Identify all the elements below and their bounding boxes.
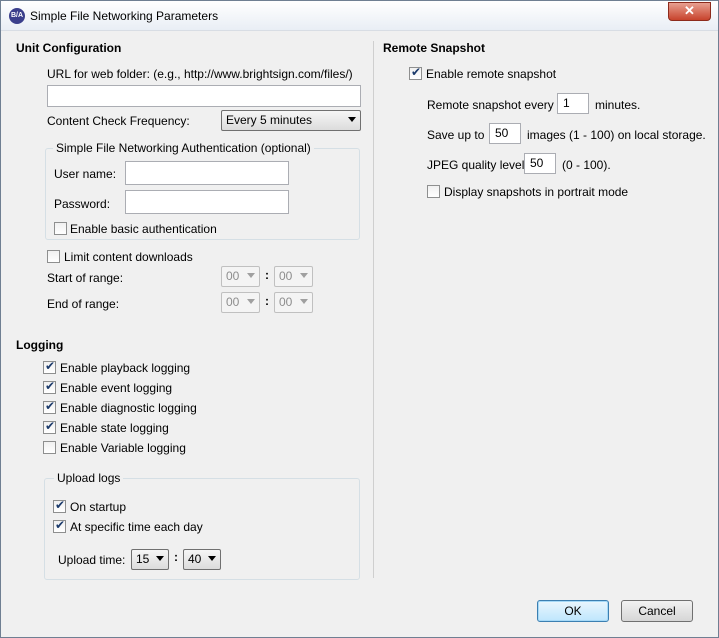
start-minute-value: 00	[279, 269, 293, 283]
content-check-frequency-value: Every 5 minutes	[226, 113, 313, 127]
end-hour-value: 00	[226, 295, 240, 309]
jpeg-quality-input[interactable]: 50	[524, 153, 556, 174]
playback-logging-label: Enable playback logging	[60, 361, 191, 375]
variable-logging-label: Enable Variable logging	[60, 441, 186, 455]
max-images-input[interactable]: 50	[489, 123, 521, 144]
chevron-down-icon	[208, 556, 216, 561]
chevron-down-icon	[247, 273, 255, 278]
state-logging-checkbox[interactable]	[43, 419, 56, 434]
start-range-label: Start of range:	[47, 271, 124, 285]
diagnostic-logging-label: Enable diagnostic logging	[60, 401, 197, 415]
jpeg-quality-unit: (0 - 100).	[562, 158, 611, 172]
portrait-mode-checkbox[interactable]	[427, 185, 440, 198]
upload-specific-time-label: At specific time each day	[70, 520, 203, 534]
snapshot-interval-label: Remote snapshot every	[427, 98, 554, 112]
password-input[interactable]	[125, 190, 289, 214]
upload-minute-value: 40	[188, 552, 202, 566]
end-hour-select[interactable]: 00	[221, 292, 260, 313]
upload-on-startup-checkbox[interactable]	[53, 498, 66, 513]
username-label: User name:	[54, 167, 117, 181]
start-minute-select[interactable]: 00	[274, 266, 313, 287]
snapshot-interval-unit: minutes.	[595, 98, 641, 112]
upload-hour-select[interactable]: 15	[131, 549, 169, 570]
password-label: Password:	[54, 197, 111, 211]
content-check-frequency-select[interactable]: Every 5 minutes	[221, 110, 361, 131]
column-divider	[373, 41, 374, 578]
max-images-unit: images (1 - 100) on local storage.	[527, 128, 706, 142]
logging-header: Logging	[16, 338, 64, 352]
variable-logging-checkbox[interactable]	[43, 441, 56, 454]
ok-button[interactable]: OK	[537, 600, 609, 622]
start-hour-select[interactable]: 00	[221, 266, 260, 287]
remote-snapshot-header: Remote Snapshot	[383, 41, 486, 55]
jpeg-quality-label: JPEG quality level	[427, 158, 525, 172]
upload-minute-select[interactable]: 40	[183, 549, 221, 570]
end-range-label: End of range:	[47, 297, 120, 311]
close-button[interactable]: ✕	[668, 2, 711, 21]
event-logging-label: Enable event logging	[60, 381, 173, 395]
dialog-window: B/A Simple File Networking Parameters ✕ …	[0, 0, 719, 638]
end-minute-select[interactable]: 00	[274, 292, 313, 313]
upload-time-separator: :	[174, 550, 178, 564]
start-time-separator: :	[265, 268, 269, 282]
chevron-down-icon	[156, 556, 164, 561]
chevron-down-icon	[247, 299, 255, 304]
limit-downloads-checkbox[interactable]	[47, 250, 60, 263]
basic-auth-label: Enable basic authentication	[70, 222, 217, 236]
authentication-group-title: Simple File Networking Authentication (o…	[53, 141, 314, 155]
url-input[interactable]	[47, 85, 361, 107]
end-time-separator: :	[265, 294, 269, 308]
start-hour-value: 00	[226, 269, 240, 283]
save-up-to-label: Save up to	[427, 128, 485, 142]
chevron-down-icon	[300, 273, 308, 278]
enable-remote-snapshot-checkbox[interactable]	[409, 65, 422, 80]
limit-downloads-label: Limit content downloads	[64, 250, 193, 264]
playback-logging-checkbox[interactable]	[43, 359, 56, 374]
chevron-down-icon	[300, 299, 308, 304]
portrait-mode-label: Display snapshots in portrait mode	[444, 185, 629, 199]
state-logging-label: Enable state logging	[60, 421, 169, 435]
upload-time-label: Upload time:	[58, 553, 126, 567]
unit-config-header: Unit Configuration	[16, 41, 122, 55]
event-logging-checkbox[interactable]	[43, 379, 56, 394]
upload-specific-time-checkbox[interactable]	[53, 518, 66, 533]
close-icon: ✕	[684, 3, 695, 18]
basic-auth-checkbox[interactable]	[54, 222, 67, 235]
title-bar[interactable]: B/A Simple File Networking Parameters ✕	[1, 1, 718, 31]
url-label: URL for web folder: (e.g., http://www.br…	[47, 67, 353, 81]
window-title: Simple File Networking Parameters	[30, 9, 219, 23]
snapshot-interval-input[interactable]: 1	[557, 93, 589, 114]
cancel-button[interactable]: Cancel	[621, 600, 693, 622]
end-minute-value: 00	[279, 295, 293, 309]
upload-on-startup-label: On startup	[70, 500, 127, 514]
username-input[interactable]	[125, 161, 289, 185]
enable-remote-snapshot-label: Enable remote snapshot	[426, 67, 557, 81]
content-check-frequency-label: Content Check Frequency:	[47, 114, 190, 128]
brightauthor-app-icon: B/A	[9, 8, 25, 24]
chevron-down-icon	[348, 117, 356, 122]
upload-hour-value: 15	[136, 552, 150, 566]
diagnostic-logging-checkbox[interactable]	[43, 399, 56, 414]
upload-logs-group-title: Upload logs	[54, 471, 124, 485]
